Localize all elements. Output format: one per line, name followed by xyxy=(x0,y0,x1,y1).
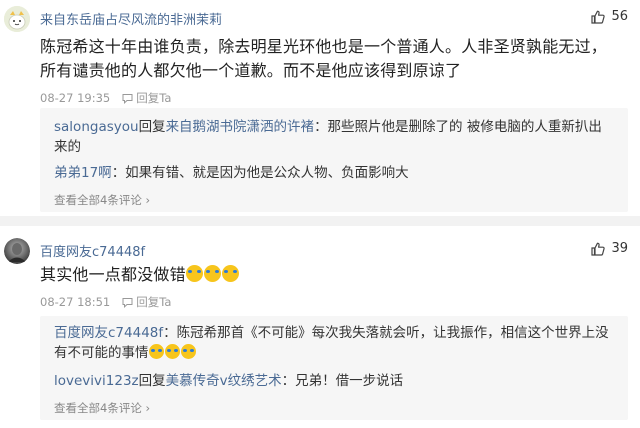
avatar[interactable] xyxy=(4,238,30,264)
reply-connector: 回复 xyxy=(138,373,166,389)
comment-text: 陈冠希这十年由谁负责，除去明星光环他也是一个普通人。人非圣贤孰能无过，所有谴责他… xyxy=(40,37,608,80)
reply-label: 回复Ta xyxy=(136,91,172,105)
comment-date: 08-27 18:51 xyxy=(40,295,111,309)
like-button[interactable]: 56 xyxy=(591,9,628,24)
reply-button[interactable]: 回复Ta xyxy=(122,90,171,106)
comment-meta: 08-27 19:35 回复Ta xyxy=(40,90,171,106)
comment-username[interactable]: 来自东岳庙占尽风流的非洲茉莉 xyxy=(40,9,222,28)
reply-item: salongasyou回复来自鹅湖书院潇洒的许褚：那些照片他是删除了的 被修电脑… xyxy=(54,117,614,157)
comment-text-content: 其实他一点都没做错 xyxy=(40,265,186,284)
reply-text: ：兄弟！借一步说话 xyxy=(281,373,404,389)
comment-username[interactable]: 百度网友c74448f xyxy=(40,241,145,260)
thumbs-up-icon xyxy=(591,10,606,24)
cartoon-avatar-icon xyxy=(4,6,30,32)
reply-target[interactable]: 美慕传奇v纹绣艺术 xyxy=(166,373,282,389)
crying-laughing-emoji-icon xyxy=(203,265,221,282)
reply-item: lovevivi123z回复美慕传奇v纹绣艺术：兄弟！借一步说话 xyxy=(54,371,614,391)
crying-laughing-emoji-icon xyxy=(148,344,164,359)
reply-button[interactable]: 回复Ta xyxy=(122,294,171,310)
reply-author[interactable]: 弟弟17啊 xyxy=(54,165,112,181)
crying-laughing-emoji-icon xyxy=(164,344,180,359)
reply-author[interactable]: 百度网友c74448f xyxy=(54,325,163,341)
like-count: 56 xyxy=(611,9,628,24)
speech-bubble-icon xyxy=(122,93,133,104)
comment-divider xyxy=(0,216,640,226)
see-all-replies-link[interactable]: 查看全部4条评论 › xyxy=(54,400,150,416)
reply-item: 百度网友c74448f：陈冠希那首《不可能》每次我失落就会听，让我振作，相信这个… xyxy=(54,323,614,363)
comment-text: 其实他一点都没做错 xyxy=(40,263,620,287)
crying-laughing-emoji-icon xyxy=(180,344,196,359)
reply-label: 回复Ta xyxy=(136,295,172,309)
comment-meta: 08-27 18:51 回复Ta xyxy=(40,294,171,310)
avatar[interactable] xyxy=(4,6,30,32)
see-all-replies-link[interactable]: 查看全部4条评论 › xyxy=(54,192,150,208)
photo-avatar-icon xyxy=(4,238,30,264)
reply-text: ：如果有错、就是因为他是公众人物、负面影响大 xyxy=(111,165,409,181)
crying-laughing-emoji-icon xyxy=(221,265,239,282)
speech-bubble-icon xyxy=(122,297,133,308)
reply-author[interactable]: lovevivi123z xyxy=(54,373,139,389)
reply-thread: salongasyou回复来自鹅湖书院潇洒的许褚：那些照片他是删除了的 被修电脑… xyxy=(40,108,628,212)
reply-item: 弟弟17啊：如果有错、就是因为他是公众人物、负面影响大 xyxy=(54,163,614,183)
comment-date: 08-27 19:35 xyxy=(40,91,111,105)
crying-laughing-emoji-icon xyxy=(185,265,203,282)
reply-thread: 百度网友c74448f：陈冠希那首《不可能》每次我失落就会听，让我振作，相信这个… xyxy=(40,316,628,420)
like-button[interactable]: 39 xyxy=(591,241,628,256)
thumbs-up-icon xyxy=(591,242,606,256)
reply-author[interactable]: salongasyou xyxy=(54,119,139,135)
like-count: 39 xyxy=(611,241,628,256)
reply-target[interactable]: 来自鹅湖书院潇洒的许褚 xyxy=(166,119,315,135)
reply-connector: 回复 xyxy=(138,119,166,135)
comment-card: 来自东岳庙占尽风流的非洲茉莉 56 陈冠希这十年由谁负责，除去明星光环他也是一个… xyxy=(0,0,640,216)
